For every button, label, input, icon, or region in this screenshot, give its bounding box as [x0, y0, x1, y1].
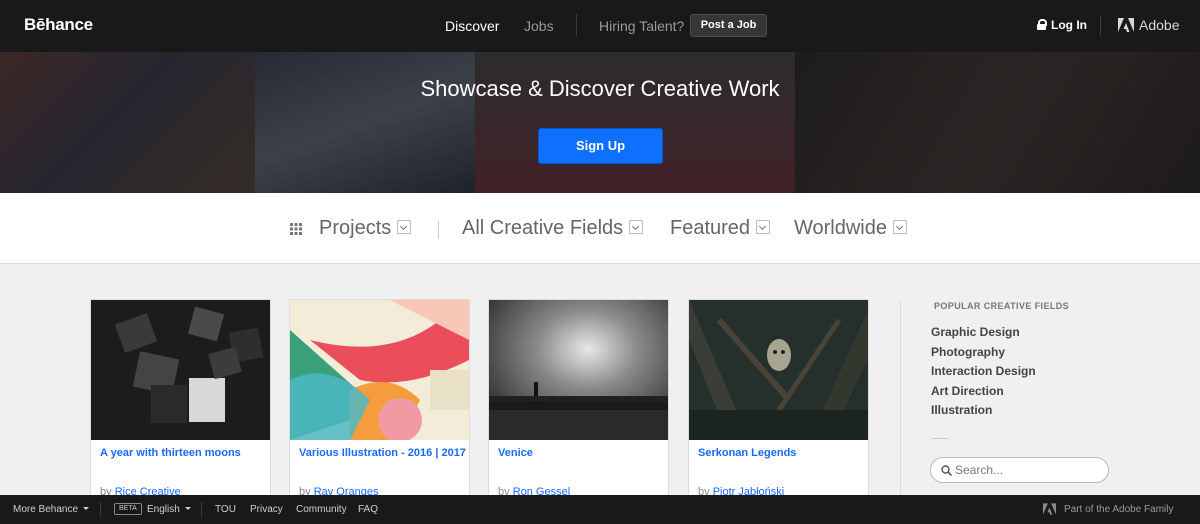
- adobe-icon: [1043, 503, 1056, 515]
- project-thumbnail: [489, 300, 668, 440]
- sign-up-button[interactable]: Sign Up: [538, 128, 663, 164]
- search-box: [930, 457, 1109, 483]
- sidebar-item-photography[interactable]: Photography: [931, 345, 1005, 359]
- nav-divider-right: [1100, 16, 1101, 36]
- filter-creative-fields-dropdown[interactable]: All Creative Fields: [462, 217, 644, 240]
- project-title[interactable]: Venice: [498, 447, 533, 459]
- adobe-icon: [1118, 18, 1134, 32]
- project-card[interactable]: Serkonan Legends by Piotr Jabłoński: [688, 299, 869, 499]
- sidebar-item-illustration[interactable]: Illustration: [931, 403, 992, 417]
- nav-jobs[interactable]: Jobs: [524, 18, 554, 34]
- project-thumbnail: [91, 300, 270, 440]
- login-link[interactable]: Log In: [1037, 18, 1087, 32]
- filter-featured-label: Featured: [670, 217, 751, 239]
- sidebar-divider: [900, 299, 901, 495]
- grid-icon: [290, 223, 302, 235]
- footer-divider: [100, 502, 101, 517]
- chevron-down-icon: [629, 220, 644, 234]
- filter-divider: [438, 221, 439, 239]
- sidebar-item-art-direction[interactable]: Art Direction: [931, 384, 1004, 398]
- sidebar-rule: [931, 438, 949, 439]
- project-title[interactable]: Various Illustration - 2016 | 2017: [299, 447, 466, 459]
- hero-overlay: [0, 52, 1200, 193]
- sidebar-item-interaction-design[interactable]: Interaction Design: [931, 364, 1036, 378]
- filter-location-label: Worldwide: [794, 217, 887, 239]
- project-card[interactable]: Venice by Ron Gessel: [488, 299, 669, 499]
- language-label: English: [147, 504, 180, 515]
- caret-down-icon: [184, 507, 191, 510]
- search-icon: [941, 465, 952, 476]
- footer-link-tou[interactable]: TOU: [215, 504, 236, 515]
- chevron-down-icon: [756, 220, 771, 234]
- chevron-down-icon: [893, 220, 907, 234]
- sidebar-heading: POPULAR CREATIVE FIELDS: [934, 301, 1070, 311]
- adobe-label: Adobe: [1139, 17, 1180, 33]
- sidebar-item-graphic-design[interactable]: Graphic Design: [931, 325, 1020, 339]
- project-thumbnail: [290, 300, 469, 440]
- language-dropdown[interactable]: English: [147, 504, 191, 515]
- post-a-job-button[interactable]: Post a Job: [690, 14, 767, 37]
- footer-divider: [201, 502, 202, 517]
- adobe-link[interactable]: Adobe: [1118, 17, 1179, 33]
- caret-down-icon: [83, 507, 90, 510]
- adobe-family-link[interactable]: Part of the Adobe Family: [1064, 504, 1174, 515]
- more-behance-dropdown[interactable]: More Behance: [13, 504, 90, 515]
- footer: More Behance BETA English TOU Privacy Co…: [0, 495, 1200, 524]
- project-thumbnail: [689, 300, 868, 440]
- top-navigation: Bēhance Discover Jobs Hiring Talent? Pos…: [0, 0, 1200, 52]
- filter-featured-dropdown[interactable]: Featured: [670, 217, 771, 240]
- search-input[interactable]: [955, 461, 1101, 479]
- more-behance-label: More Behance: [13, 504, 79, 515]
- hero-title: Showcase & Discover Creative Work: [420, 76, 780, 101]
- filter-projects-dropdown[interactable]: Projects: [319, 217, 412, 240]
- behance-logo[interactable]: Bēhance: [24, 15, 93, 35]
- footer-link-community[interactable]: Community: [296, 504, 347, 515]
- project-card[interactable]: Various Illustration - 2016 | 2017 by Ra…: [289, 299, 470, 499]
- filter-creative-fields-label: All Creative Fields: [462, 217, 624, 239]
- nav-hiring-talent[interactable]: Hiring Talent?: [599, 18, 684, 34]
- filter-projects-label: Projects: [319, 217, 392, 239]
- footer-link-privacy[interactable]: Privacy: [250, 504, 283, 515]
- beta-badge: BETA: [114, 503, 142, 515]
- project-title[interactable]: A year with thirteen moons: [100, 447, 241, 459]
- project-card[interactable]: A year with thirteen moons by Rice Creat…: [90, 299, 271, 499]
- filter-location-dropdown[interactable]: Worldwide: [794, 217, 907, 240]
- hero-banner: Showcase & Discover Creative Work Sign U…: [0, 52, 1200, 193]
- nav-divider: [576, 14, 577, 36]
- nav-discover[interactable]: Discover: [445, 18, 499, 34]
- project-title[interactable]: Serkonan Legends: [698, 447, 796, 459]
- filter-bar: Projects All Creative Fields Featured Wo…: [0, 193, 1200, 264]
- lock-icon: [1037, 19, 1047, 30]
- chevron-down-icon: [397, 220, 412, 234]
- footer-link-faq[interactable]: FAQ: [358, 504, 378, 515]
- login-label: Log In: [1051, 18, 1087, 32]
